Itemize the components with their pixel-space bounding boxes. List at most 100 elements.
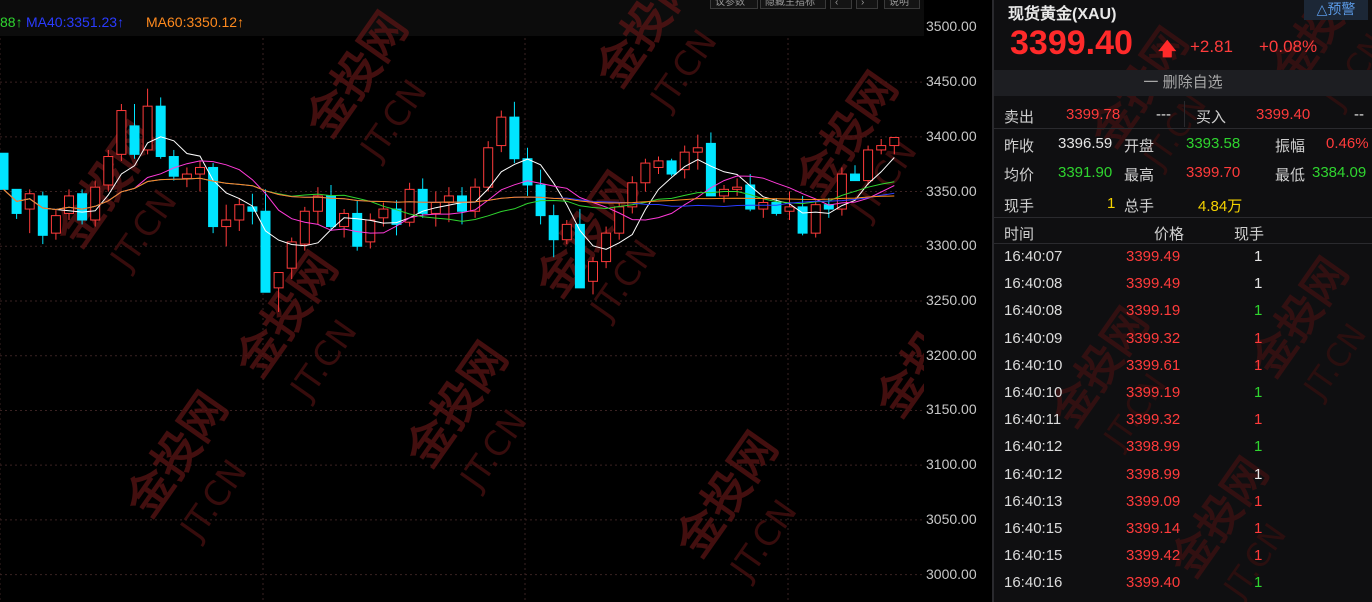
candle-body — [90, 186, 101, 221]
tick-row: 16:40:11 3399.32 1 — [994, 411, 1372, 438]
candle-body — [509, 116, 520, 160]
total-volume-value: 4.84万 — [1198, 198, 1243, 215]
chart-toolbar-button[interactable]: ‹ — [830, 0, 852, 9]
candle-body — [719, 188, 729, 197]
tick-row: 16:40:08 3399.49 1 — [994, 275, 1372, 302]
candle-body — [0, 152, 9, 190]
candle-body — [784, 206, 795, 212]
tick-volume: 1 — [1254, 329, 1263, 347]
candle-body — [732, 186, 743, 190]
prev-close-value: 3396.59 — [1058, 135, 1113, 152]
tick-row: 16:40:15 3399.42 1 — [994, 547, 1372, 574]
tick-volume: 1 — [1254, 492, 1263, 510]
price-axis: 3500.00 3450.00 3400.00 3350.00 3300.00 3250.… — [924, 0, 992, 602]
tick-price: 3399.19 — [1126, 384, 1181, 401]
open-label: 开盘 — [1124, 138, 1155, 155]
remove-watchlist-button[interactable]: 一 删除自选 — [994, 70, 1372, 96]
candle-body — [876, 145, 887, 151]
bid-ask-separator — [1184, 101, 1185, 127]
tick-time: 16:40:11 — [1004, 411, 1062, 429]
tick-time: 16:40:12 — [1004, 465, 1063, 483]
candle-body — [863, 149, 874, 182]
chart-toolbar-button[interactable]: 隐藏主指标 — [760, 0, 826, 9]
open-value: 3393.58 — [1186, 135, 1241, 152]
price-change-pct: +0.08% — [1259, 37, 1318, 56]
candlestick-chart[interactable]: 金投网JT.CN金投网JT.CN金投网JT.CN金投网JT.CN金投网JT.CN… — [0, 0, 924, 602]
buy-price: 3399.40 — [1256, 106, 1311, 123]
chart-toolbar-button[interactable]: › — [856, 0, 878, 9]
low-value: 3384.09 — [1312, 164, 1367, 181]
candle-body — [378, 208, 389, 219]
candle-body — [312, 195, 323, 212]
high-value: 3399.70 — [1186, 164, 1241, 181]
divider — [994, 217, 1372, 218]
tick-time: 16:40:10 — [1004, 384, 1063, 401]
kline-chart-panel[interactable]: 金投网 JT.CN 金投网 JT.CN 金投网 JT.CN 金投网 JT.CN 金投网 JT.CN… — [0, 0, 924, 602]
ma-legend-item: MA40:3351.23↑ — [26, 14, 125, 30]
tick-row: 16:40:10 3399.61 1 — [994, 357, 1372, 384]
total-volume-label: 总手 — [1124, 198, 1155, 215]
candle-body — [155, 105, 166, 158]
watermark-brand: 金投网 — [864, 282, 924, 427]
y-axis-label: 3000.00 — [926, 565, 977, 582]
candle-body — [614, 206, 625, 234]
tick-volume: 1 — [1254, 248, 1263, 265]
tick-volume: 1 — [1254, 438, 1263, 456]
up-arrow-icon: 🡅 — [1158, 39, 1177, 59]
candle-body — [103, 156, 114, 186]
tick-volume: 1 — [1254, 275, 1263, 293]
ma-legend-item: MA60:3350.12↑ — [146, 14, 245, 30]
candle-body — [37, 195, 48, 236]
chart-toolbar-button[interactable]: 议参数 — [710, 0, 758, 9]
tick-row: 16:40:09 3399.32 1 — [994, 330, 1372, 357]
quote-panel: 金投网JT.CN金投网JT.CN金投网JT.CN金投网JT.CN金投网JT.CN… — [994, 0, 1372, 602]
last-price: 3399.40 — [1010, 24, 1133, 62]
chart-toolbar-button[interactable]: 说明 — [884, 0, 920, 9]
tick-row: 16:40:08 3399.19 1 — [994, 302, 1372, 329]
watermark: 金投网JT.CN — [864, 282, 924, 448]
price-column-header: 价格 — [1154, 226, 1185, 243]
candle-body — [326, 195, 336, 228]
candle-body — [77, 193, 88, 221]
candle-body — [181, 173, 192, 179]
prev-close-label: 昨收 — [1004, 138, 1035, 155]
tick-time: 16:40:08 — [1004, 302, 1063, 320]
tick-time: 16:40:07 — [1004, 248, 1063, 265]
candle-body — [889, 136, 900, 147]
candle-body — [666, 160, 677, 175]
tick-volume: 1 — [1254, 547, 1263, 565]
price-change: +2.81 — [1190, 37, 1234, 56]
candle-body — [483, 147, 494, 188]
watermark: 金投网JT.CN — [224, 242, 365, 408]
y-axis-label: 3050.00 — [926, 510, 977, 527]
tick-price: 3399.42 — [1126, 547, 1181, 565]
tick-volume: 1 — [1254, 465, 1263, 483]
candle-body — [50, 215, 61, 234]
tick-volume: 1 — [1254, 356, 1263, 374]
candle-body — [234, 204, 245, 221]
tick-price: 3399.49 — [1126, 248, 1181, 265]
y-axis-label: 3100.00 — [926, 456, 977, 473]
y-axis-label: 3250.00 — [926, 292, 977, 308]
time-column-header: 时间 — [1004, 226, 1035, 243]
y-axis-label: 3150.00 — [926, 401, 977, 418]
candle-body — [417, 188, 428, 214]
divider — [994, 128, 1372, 129]
y-axis-label: 3500.00 — [926, 18, 977, 35]
candle-body — [758, 201, 769, 210]
price-alert-button[interactable]: △预警 — [1304, 0, 1368, 20]
candle-body — [692, 147, 703, 153]
tick-row: 16:40:10 3399.19 1 — [994, 384, 1372, 411]
candle-body — [810, 204, 821, 234]
watermark: 金投网JT.CN — [664, 422, 805, 588]
tick-price: 3399.40 — [1126, 574, 1181, 592]
tick-row: 16:40:07 3399.49 1 — [994, 248, 1372, 275]
symbol-title: 现货黄金(XAU) — [1008, 6, 1117, 23]
amplitude-value: 0.46% — [1326, 135, 1369, 152]
tick-price: 3399.09 — [1126, 492, 1181, 510]
volume-column-header: 现手 — [1234, 226, 1265, 243]
tick-volume: 1 — [1254, 574, 1263, 592]
tick-price: 3399.61 — [1126, 356, 1181, 374]
candle-body — [221, 219, 232, 228]
tick-row: 16:40:15 3399.14 1 — [994, 520, 1372, 547]
